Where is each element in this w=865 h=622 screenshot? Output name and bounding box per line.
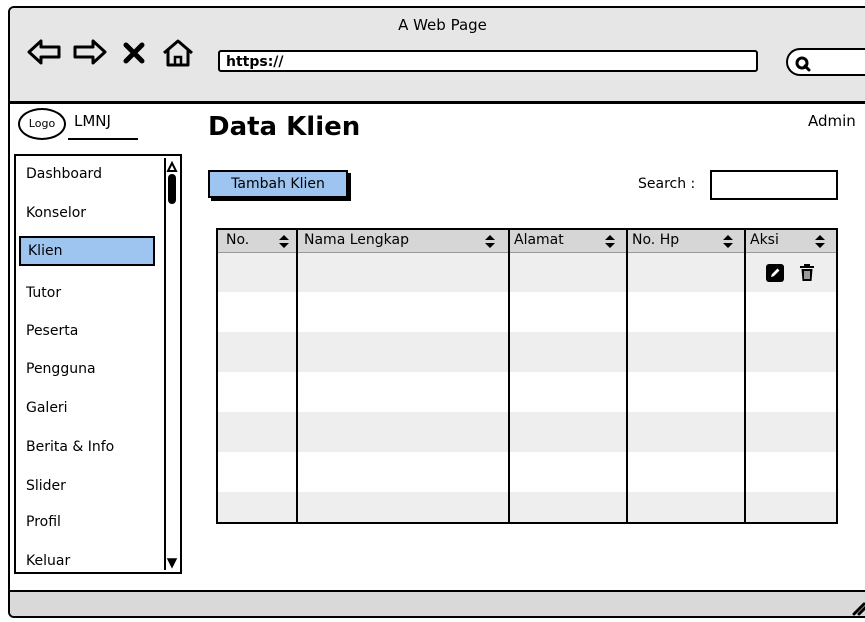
- sidebar-item-galeri[interactable]: Galeri: [26, 400, 68, 416]
- sidebar-scrollbar[interactable]: [164, 158, 178, 570]
- column-header-label: Alamat: [514, 232, 564, 248]
- column-header-label: Aksi: [750, 232, 779, 248]
- sort-icon[interactable]: [722, 235, 734, 248]
- search-input[interactable]: [710, 170, 838, 200]
- page-title: Data Klien: [208, 112, 361, 142]
- sidebar-item-berita-info[interactable]: Berita & Info: [26, 439, 114, 455]
- browser-search-box[interactable]: [786, 48, 865, 76]
- status-bar: [10, 590, 865, 616]
- sort-icon[interactable]: [604, 235, 616, 248]
- sort-icon[interactable]: [484, 235, 496, 248]
- scroll-down-icon[interactable]: [166, 556, 178, 570]
- sidebar-item-peserta[interactable]: Peserta: [26, 323, 78, 339]
- back-arrow-icon[interactable]: [26, 38, 62, 66]
- sidebar-item-pengguna[interactable]: Pengguna: [26, 361, 96, 377]
- sidebar-item-tutor[interactable]: Tutor: [26, 285, 61, 301]
- column-header-label: No.: [226, 232, 250, 248]
- add-client-button[interactable]: Tambah Klien: [208, 170, 348, 198]
- sort-icon[interactable]: [814, 235, 826, 248]
- sidebar-item-keluar[interactable]: Keluar: [26, 553, 70, 569]
- brand-name: LMNJ: [74, 112, 111, 130]
- column-header-label: No. Hp: [632, 232, 680, 248]
- sidebar-item-dashboard[interactable]: Dashboard: [26, 166, 102, 182]
- trash-icon[interactable]: [798, 264, 816, 282]
- resize-grip-icon[interactable]: [850, 598, 865, 616]
- logo: Logo: [18, 108, 66, 140]
- edit-pencil-icon[interactable]: [766, 264, 784, 282]
- sidebar-menu: Dashboard Konselor Klien Tutor Peserta P…: [14, 154, 182, 574]
- sidebar-item-klien[interactable]: Klien: [19, 236, 155, 266]
- column-divider: [744, 230, 746, 522]
- url-field[interactable]: https://: [218, 50, 758, 72]
- column-divider: [508, 230, 510, 522]
- brand-underline: [68, 138, 138, 140]
- column-divider: [296, 230, 298, 522]
- search-icon: [795, 56, 811, 72]
- browser-toolbar: A Web Page https://: [10, 8, 865, 104]
- user-label[interactable]: Admin: [808, 112, 856, 130]
- sidebar-item-konselor[interactable]: Konselor: [26, 205, 86, 221]
- scroll-up-icon[interactable]: [166, 160, 178, 174]
- window-title: A Web Page: [398, 16, 487, 34]
- client-table: No. Nama Lengkap Alamat No. Hp Aksi: [216, 228, 838, 524]
- column-header-nama[interactable]: Nama Lengkap: [300, 230, 510, 252]
- sidebar-item-slider[interactable]: Slider: [26, 478, 66, 494]
- scroll-thumb[interactable]: [168, 174, 176, 204]
- forward-arrow-icon[interactable]: [72, 38, 108, 66]
- sidebar-item-profil[interactable]: Profil: [26, 514, 61, 530]
- close-x-icon[interactable]: [122, 42, 146, 64]
- sort-icon[interactable]: [278, 235, 290, 248]
- search-label: Search :: [638, 176, 696, 192]
- column-header-label: Nama Lengkap: [304, 232, 409, 248]
- column-divider: [626, 230, 628, 522]
- home-icon[interactable]: [160, 38, 196, 68]
